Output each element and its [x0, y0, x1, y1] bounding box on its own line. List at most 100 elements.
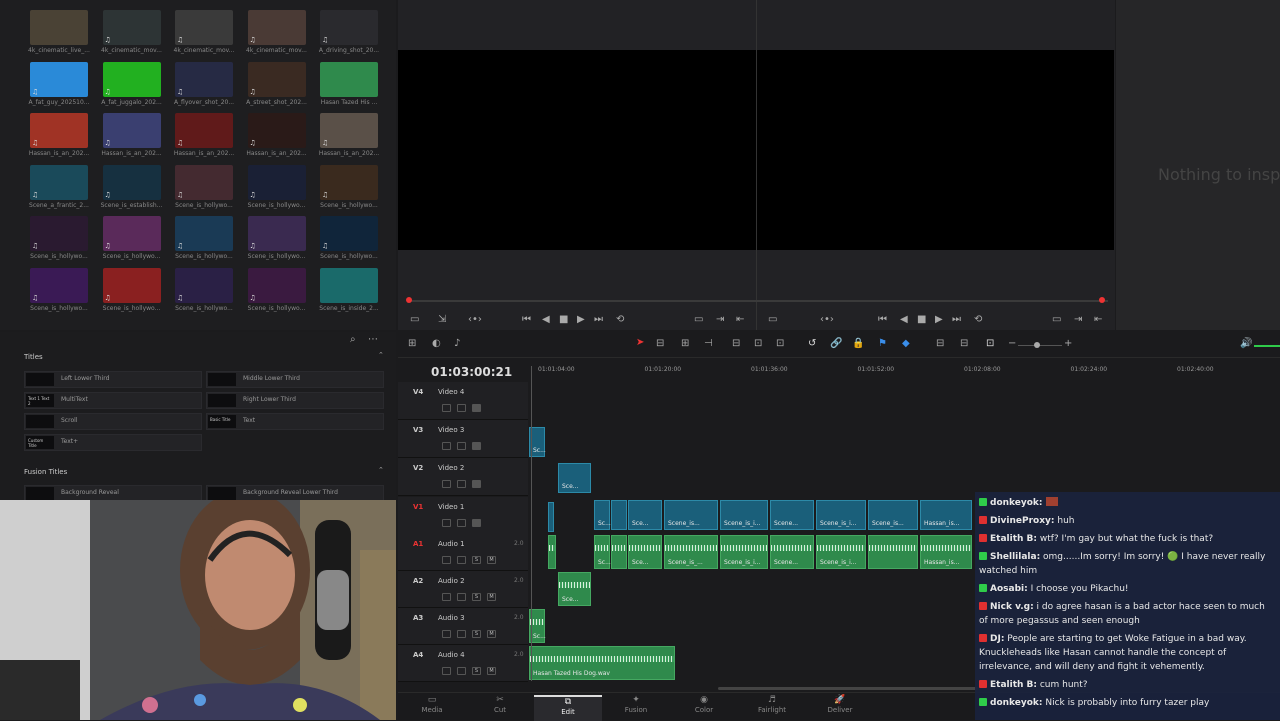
layout-icon[interactable]: ⊞: [408, 338, 416, 349]
stop-icon[interactable]: ■: [559, 314, 568, 325]
track-enable-icon[interactable]: [457, 519, 466, 527]
track-badge[interactable]: A2: [413, 577, 423, 585]
media-clip[interactable]: ♫ 4k_cinematic_mov...: [97, 10, 167, 60]
media-clip[interactable]: ♫ Scene_is_hollywo...: [242, 267, 312, 318]
blade-tool-icon[interactable]: ⊣: [704, 338, 713, 349]
video-clip[interactable]: [548, 502, 554, 532]
timeline-view-icon[interactable]: ▭: [768, 314, 777, 325]
media-clip[interactable]: ♫ A_fat_juggalo_202...: [97, 61, 167, 112]
dynamic-trim-icon[interactable]: ⊞: [681, 338, 689, 349]
audio-clip[interactable]: Sce...: [558, 572, 591, 606]
title-effect-item[interactable]: Middle Lower Third: [206, 371, 384, 388]
track-lock-icon[interactable]: [442, 630, 451, 638]
media-clip[interactable]: ♫ Scene_is_hollywo...: [314, 216, 384, 266]
audio-clip[interactable]: [611, 535, 627, 569]
mic-icon[interactable]: ♪: [454, 338, 460, 349]
solo-button[interactable]: S: [472, 667, 481, 675]
zoom-slider-handle[interactable]: [1034, 342, 1040, 348]
media-clip[interactable]: ♫ Scene_is_hollywo...: [97, 267, 167, 318]
marker-icon[interactable]: ◆: [902, 338, 910, 349]
track-visibility-icon[interactable]: [472, 404, 481, 412]
viewer-options-icon[interactable]: ▭: [410, 314, 419, 325]
volume-slider[interactable]: [1254, 345, 1280, 347]
timeline-ruler[interactable]: 01:01:04:00 01:01:20:00 01:01:36:00 01:01:5…: [528, 366, 1280, 380]
selection-tool-icon[interactable]: ➤: [636, 337, 644, 348]
track-enable-icon[interactable]: [457, 593, 466, 601]
video-clip[interactable]: [611, 500, 627, 530]
in-out-icon[interactable]: ⇲: [438, 314, 446, 325]
track-visibility-icon[interactable]: [472, 480, 481, 488]
video-clip[interactable]: Scene_is...: [664, 500, 718, 530]
media-clip[interactable]: ♫ Scene_is_hollywo...: [24, 267, 94, 318]
media-clip[interactable]: ♫ Scene_is_hollywo...: [242, 216, 312, 266]
title-effect-item[interactable]: Right Lower Third: [206, 392, 384, 409]
media-clip[interactable]: Hasan Tazed His ...: [314, 61, 384, 112]
track-lock-icon[interactable]: [442, 404, 451, 412]
track-enable-icon[interactable]: [457, 630, 466, 638]
title-effect-item[interactable]: Text 1 Text 2 MultiText: [24, 392, 202, 409]
zoom-detail-icon[interactable]: ⊟: [960, 338, 968, 349]
audio-meter-icon[interactable]: ◐: [432, 338, 441, 349]
title-effect-item[interactable]: Basic Title Text: [206, 413, 384, 430]
track-badge[interactable]: V2: [413, 464, 423, 472]
mute-button[interactable]: M: [487, 667, 496, 675]
track-lock-icon[interactable]: [442, 667, 451, 675]
track-badge[interactable]: A3: [413, 614, 423, 622]
track-header[interactable]: A3 Audio 3 2.0 S M: [398, 608, 528, 645]
media-clip[interactable]: ♫ Scene_is_hollywo...: [169, 267, 239, 318]
media-clip[interactable]: ♫ Scene_is_hollywo...: [24, 216, 94, 266]
track-enable-icon[interactable]: [457, 404, 466, 412]
page-tab-media[interactable]: ▭ Media: [398, 695, 466, 721]
rec-mark-icon[interactable]: ⇥: [1074, 314, 1082, 325]
search-icon[interactable]: ⌕: [350, 334, 356, 345]
timeline-playhead[interactable]: [531, 366, 532, 681]
record-playhead[interactable]: [1099, 297, 1105, 303]
volume-icon[interactable]: 🔊: [1240, 338, 1252, 349]
rec-stop-icon[interactable]: ■: [917, 314, 926, 325]
track-lock-icon[interactable]: [442, 593, 451, 601]
title-effect-item[interactable]: Scroll: [24, 413, 202, 430]
audio-clip[interactable]: Sc...: [594, 535, 611, 569]
media-clip[interactable]: ♫ 4k_cinematic_mov...: [242, 10, 312, 60]
media-clip[interactable]: ♫ Hassan_is_an_202...: [24, 113, 94, 163]
insert-clip-icon[interactable]: ⊟: [732, 338, 740, 349]
media-clip[interactable]: ♫ Hassan_is_an_202...: [242, 113, 312, 163]
prev-frame-icon[interactable]: ⇤: [736, 314, 744, 325]
media-clip[interactable]: ♫ Scene_is_hollywo...: [242, 164, 312, 215]
more-options-icon[interactable]: ⋯: [368, 334, 378, 345]
mute-button[interactable]: M: [487, 593, 496, 601]
video-clip[interactable]: Sc...: [594, 500, 611, 530]
rec-overwrite-icon[interactable]: ▭: [1052, 314, 1061, 325]
media-clip[interactable]: ♫ Hassan_is_an_202...: [169, 113, 239, 163]
skip-end-icon[interactable]: ⏭: [594, 314, 603, 325]
track-header[interactable]: A4 Audio 4 2.0 S M: [398, 645, 528, 682]
track-header[interactable]: V1 Video 1: [398, 497, 528, 535]
media-clip[interactable]: ♫ Scene_is_hollywo...: [169, 164, 239, 215]
rec-prev-frame-icon[interactable]: ⇤: [1094, 314, 1102, 325]
solo-button[interactable]: S: [472, 593, 481, 601]
source-playhead[interactable]: [406, 297, 412, 303]
video-clip[interactable]: Sce...: [628, 500, 662, 530]
audio-clip[interactable]: Scene_is_i...: [816, 535, 866, 569]
track-badge[interactable]: V4: [413, 388, 423, 396]
skip-start-icon[interactable]: ⏮: [522, 314, 531, 325]
media-clip[interactable]: 4k_cinematic_live_...: [24, 10, 94, 60]
media-clip[interactable]: ♫ 4k_cinematic_mov...: [169, 10, 239, 60]
track-header[interactable]: V4 Video 4: [398, 382, 528, 420]
media-clip[interactable]: Scene_is_inside_2...: [314, 267, 384, 318]
audio-clip[interactable]: Sce...: [628, 535, 662, 569]
audio-clip[interactable]: [548, 535, 556, 569]
mute-button[interactable]: M: [487, 556, 496, 564]
track-badge[interactable]: V1: [413, 503, 423, 511]
track-lock-icon[interactable]: [442, 556, 451, 564]
page-tab-color[interactable]: ◉ Color: [670, 695, 738, 721]
track-lock-icon[interactable]: [442, 519, 451, 527]
page-tab-edit[interactable]: ⧉ Edit: [534, 695, 602, 721]
video-clip[interactable]: Sce...: [558, 463, 591, 493]
overwrite-icon[interactable]: ▭: [694, 314, 703, 325]
track-header[interactable]: A2 Audio 2 2.0 S M: [398, 571, 528, 608]
audio-clip[interactable]: [868, 535, 918, 569]
audio-clip[interactable]: Hasan Tazed His Dog.wav: [529, 646, 675, 680]
track-visibility-icon[interactable]: [472, 442, 481, 450]
rec-skip-start-icon[interactable]: ⏮: [878, 314, 887, 325]
